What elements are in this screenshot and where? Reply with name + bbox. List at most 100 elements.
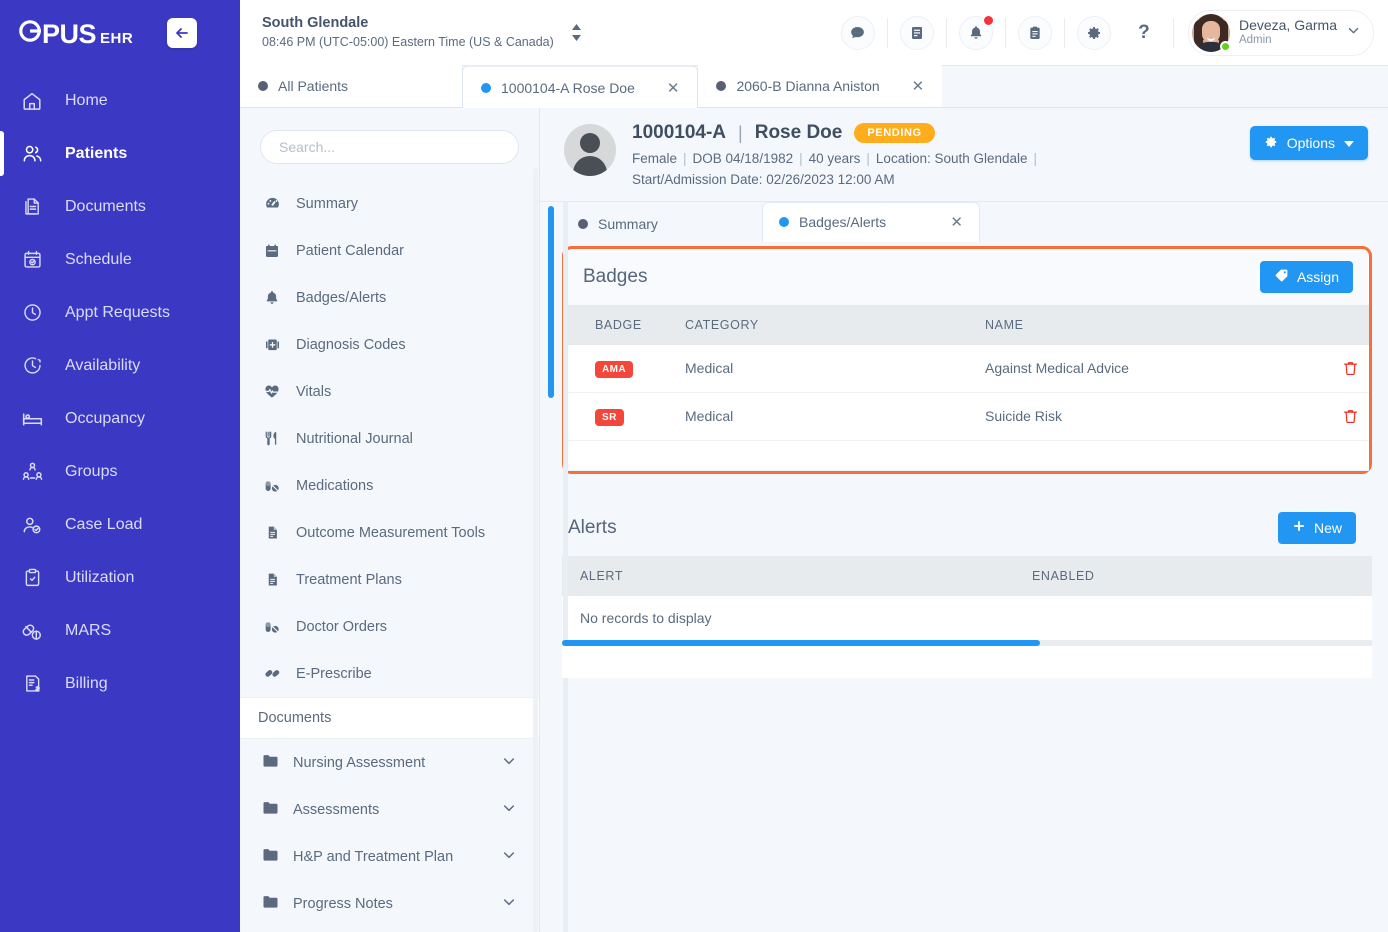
alerts-table: ALERT ENABLED No records to display [562,555,1372,640]
pmenu-folder-progress-notes[interactable]: Progress Notes [240,880,539,927]
pmenu-item-label: Badges/Alerts [296,289,387,306]
pills-icon [262,478,282,494]
pmenu-item-outcome-measurement-tools[interactable]: Outcome Measurement Tools [240,509,539,556]
new-alert-button[interactable]: New [1277,511,1356,544]
trash-icon[interactable] [1309,407,1359,426]
chevron-down-icon[interactable] [501,753,517,773]
options-button[interactable]: Options [1249,126,1368,160]
sidebar-item-documents[interactable]: Documents [0,180,240,233]
pmenu-item-diagnosis-codes[interactable]: Diagnosis Codes [240,321,539,368]
messages-icon[interactable] [840,15,875,50]
tab-label: All Patients [278,78,349,94]
sidebar-item-case-load[interactable]: Case Load [0,498,240,551]
empty-state-text: No records to display [562,595,1372,640]
sidebar-item-groups[interactable]: Groups [0,445,240,498]
sidebar-item-label: Home [65,91,108,109]
hscroll-track[interactable] [562,639,1372,646]
pmenu-item-doctor-orders[interactable]: Doctor Orders [240,603,539,650]
sidebar-item-occupancy[interactable]: Occupancy [0,392,240,445]
pmenu-item-nutritional-journal[interactable]: Nutritional Journal [240,415,539,462]
category-cell: Medical [675,344,975,393]
utensils-icon [262,430,282,447]
main-navigation: Home Patients Documents Schedule Appt Re… [0,74,240,710]
pmenu-folder-nursing-assessment[interactable]: Nursing Assessment [240,739,539,786]
sort-updown-icon[interactable] [570,23,583,42]
patient-title-row: 1000104-A | Rose Doe PENDING [632,122,1234,144]
sidebar-collapse-button[interactable] [167,18,198,48]
patient-age: 40 years [808,151,861,166]
below-tabs: Summary Patient Calendar [240,108,1388,932]
pmenu-folder-assessments[interactable]: Assessments [240,786,539,833]
actions-cell [1299,344,1369,393]
sidebar-item-billing[interactable]: Billing [0,657,240,710]
tab-status-dot [258,81,268,91]
panel-scrollbar-track[interactable] [563,201,568,932]
alerts-card-header: Alerts New [562,500,1372,556]
table-row[interactable]: SR Medical Suicide Risk [565,392,1369,441]
column-category: CATEGORY [675,304,975,345]
pmenu-item-label: Treatment Plans [296,571,402,588]
hscroll-thumb[interactable] [562,639,1040,646]
sidebar-item-availability[interactable]: Availability [0,339,240,392]
user-menu[interactable]: Deveza, Garma Admin [1187,9,1374,56]
notes-icon[interactable] [899,15,934,50]
help-icon[interactable]: ? [1127,16,1161,50]
sidebar-item-utilization[interactable]: Utilization [0,551,240,604]
panel-scrollbar[interactable] [540,201,568,932]
patient-header-text: 1000104-A | Rose Doe PENDING Female | DOB … [632,122,1234,191]
tasks-icon[interactable] [1017,15,1052,50]
alerts-table-body: No records to display [562,595,1372,640]
bed-icon [18,407,46,430]
new-button-label: New [1313,519,1342,536]
search-input[interactable] [260,130,519,164]
sidebar-item-mars[interactable]: MARS [0,604,240,657]
facility-selector[interactable]: South Glendale 08:46 PM (UTC-05:00) East… [262,14,583,50]
sidebar-item-patients[interactable]: Patients [0,127,240,180]
chevron-down-icon[interactable] [501,800,517,820]
close-icon[interactable]: ✕ [928,213,963,231]
pmenu-item-badges-alerts[interactable]: Badges/Alerts [240,274,539,321]
pmenu-item-e-prescribe[interactable]: E-Prescribe [240,650,539,697]
assign-button-label: Assign [1296,268,1339,285]
patient-menu-scrollbar[interactable] [533,168,538,932]
panel-scrollbar-thumb[interactable] [548,205,554,398]
table-row[interactable]: AMA Medical Against Medical Advice [565,344,1369,393]
panel-scroll-region: Badges Assign BADGE CATEGORY NAME AMA Me… [562,242,1380,932]
tab-label: Badges/Alerts [799,214,887,231]
pmenu-folder-label: Progress Notes [293,895,393,912]
tab-status-dot [481,82,491,93]
sidebar-item-appt-requests[interactable]: Appt Requests [0,286,240,339]
top-bar: South Glendale 08:46 PM (UTC-05:00) East… [240,0,1388,66]
sidebar-item-label: Schedule [65,250,132,268]
tool-divider [886,17,888,48]
category-cell: Medical [675,392,975,441]
help-question-glyph: ? [1138,21,1150,43]
tab-summary[interactable]: Summary [562,206,762,242]
tab-patient-dianna-aniston[interactable]: 2060-B Dianna Aniston ✕ [698,65,943,107]
close-icon[interactable]: ✕ [645,79,680,97]
close-icon[interactable]: ✕ [890,77,925,95]
users-icon [18,142,46,165]
trash-icon[interactable] [1309,359,1359,378]
options-button-label: Options [1286,135,1335,151]
tab-badges-alerts[interactable]: Badges/Alerts ✕ [762,201,980,242]
tab-patient-rose-doe[interactable]: 1000104-A Rose Doe ✕ [462,65,699,108]
sidebar-item-home[interactable]: Home [0,74,240,127]
alerts-horizontal-scrollbar[interactable] [562,639,1372,678]
tab-label: 2060-B Dianna Aniston [736,78,880,94]
chevron-down-icon[interactable] [501,894,517,914]
pmenu-item-medications[interactable]: Medications [240,462,539,509]
sidebar-item-schedule[interactable]: Schedule [0,233,240,286]
settings-icon[interactable] [1076,15,1111,50]
chevron-down-icon[interactable] [501,847,517,867]
pmenu-item-treatment-plans[interactable]: Treatment Plans [240,556,539,603]
sidebar-item-label: Patients [65,144,128,162]
pmenu-item-vitals[interactable]: Vitals [240,368,539,415]
notifications-icon[interactable] [958,14,994,50]
assign-badge-button[interactable]: Assign [1259,260,1353,293]
pmenu-item-summary[interactable]: Summary [240,180,539,227]
pmenu-item-patient-calendar[interactable]: Patient Calendar [240,227,539,274]
pmenu-item-label: Outcome Measurement Tools [296,524,486,541]
tab-all-patients[interactable]: All Patients [240,65,462,107]
pmenu-folder-hp-and-treatment-plan[interactable]: H&P and Treatment Plan [240,833,539,880]
